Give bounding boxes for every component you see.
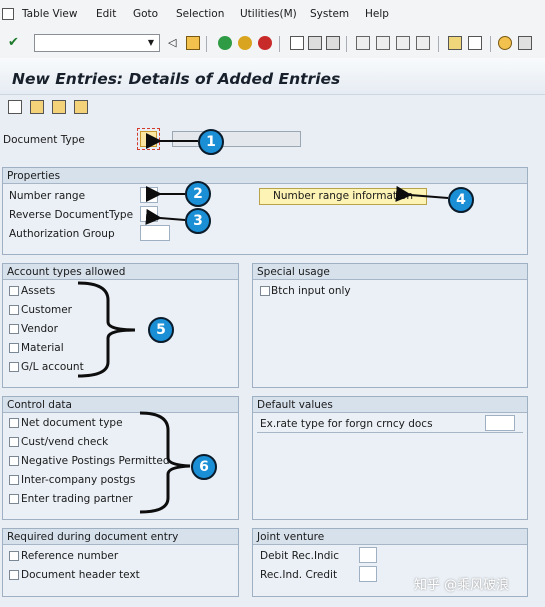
brace-5 (77, 281, 136, 378)
annotation-overlay (77, 133, 449, 514)
callout-2-badge: 2 (185, 181, 211, 207)
watermark: 知乎 @乘风破浪 (414, 578, 510, 593)
callout-1-badge: 1 (198, 129, 224, 155)
brace-6 (139, 411, 191, 514)
callout-arrow-3 (145, 208, 186, 225)
callout-arrow-4 (395, 185, 449, 202)
callout-5-badge: 5 (148, 317, 174, 343)
callout-3-badge: 3 (185, 208, 211, 234)
callout-6-badge: 6 (191, 454, 217, 480)
callout-4-badge: 4 (448, 187, 474, 213)
